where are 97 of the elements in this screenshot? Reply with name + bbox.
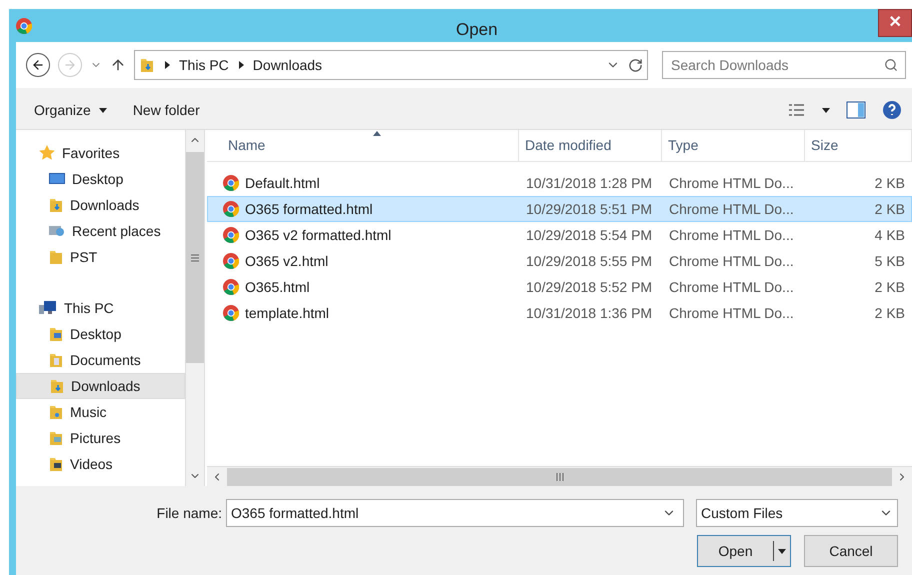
type-cell-text: Chrome HTML Do... xyxy=(668,278,795,296)
open-button[interactable]: Open xyxy=(697,535,791,567)
nav-item[interactable]: Pictures xyxy=(16,425,185,451)
desktop-folder-icon xyxy=(48,326,64,342)
size-cell-text: 2 KB xyxy=(874,304,906,322)
recent-places-icon xyxy=(48,223,66,239)
breadcrumb-arrow-icon xyxy=(236,61,245,69)
size-cell-text: 4 KB xyxy=(874,226,906,244)
chrome-icon xyxy=(223,227,239,243)
chrome-icon xyxy=(223,305,239,321)
star-icon xyxy=(38,144,56,162)
file-name-field[interactable]: O365 formatted.html xyxy=(226,499,684,527)
up-icon xyxy=(110,57,126,73)
type-cell-text: Chrome HTML Do... xyxy=(668,252,795,270)
grip-icon xyxy=(556,472,564,480)
nav-item[interactable]: Documents xyxy=(16,347,185,373)
column-header[interactable]: Date modified xyxy=(519,130,662,161)
file-row[interactable]: O365.html 10/29/2018 5:52 PM Chrome HTML Do... 2 KB xyxy=(207,274,912,300)
file-name: template.html xyxy=(245,304,330,323)
file-name: Default.html xyxy=(245,174,320,192)
file-row[interactable]: template.html 10/31/2018 1:36 PM Chrome HTML Do... 2 KB xyxy=(207,300,912,326)
nav-item[interactable]: Downloads xyxy=(16,192,185,218)
forward-button[interactable] xyxy=(58,53,82,77)
file-row[interactable]: O365 v2 formatted.html 10/29/2018 5:54 PM Chrome HTML Do... 4 KB xyxy=(207,222,912,248)
sort-arrow-icon xyxy=(373,131,381,136)
column-header[interactable]: Type xyxy=(662,130,805,161)
size-cell-text: 2 KB xyxy=(874,278,906,296)
size-cell-text: 2 KB xyxy=(874,200,906,218)
search-icon xyxy=(884,58,898,72)
monitor-icon xyxy=(48,171,66,187)
type-cell-text: Chrome HTML Do... xyxy=(668,304,795,322)
documents-folder-icon xyxy=(48,352,64,368)
file-row[interactable]: O365 formatted.html 10/29/2018 5:51 PM Chrome HTML Do... 2 KB xyxy=(207,196,912,222)
file-name: O365 v2 formatted.html xyxy=(245,226,392,244)
column-header[interactable]: Size xyxy=(805,130,912,161)
organize-button[interactable]: Organize xyxy=(34,100,107,120)
nav-item[interactable]: Desktop xyxy=(16,166,185,192)
file-name: O365.html xyxy=(245,278,310,296)
nav-item[interactable]: Desktop xyxy=(16,321,185,347)
chrome-icon xyxy=(223,175,239,191)
grip-icon xyxy=(191,254,199,262)
nav-item[interactable]: PST xyxy=(16,244,185,270)
caret-icon xyxy=(822,106,830,114)
nav-item[interactable]: Recent places xyxy=(16,218,185,244)
size-cell-text: 2 KB xyxy=(874,174,906,192)
download-folder-icon xyxy=(139,57,155,73)
nav-item[interactable]: Music xyxy=(16,399,185,425)
file-type-dropdown[interactable]: Custom Files xyxy=(696,499,898,527)
file-row[interactable]: Default.html 10/31/2018 1:28 PM Chrome HTML Do... 2 KB xyxy=(207,170,912,196)
breadcrumb-arrow-icon xyxy=(163,61,171,69)
file-name: O365 formatted.html xyxy=(245,200,373,218)
download-folder-icon xyxy=(49,378,65,394)
music-folder-icon xyxy=(48,404,64,420)
chrome-icon xyxy=(223,253,239,269)
view-list-icon xyxy=(788,103,806,117)
window-title: Open xyxy=(456,19,498,41)
scroll-thumb[interactable] xyxy=(186,152,204,363)
help-icon xyxy=(882,100,902,120)
videos-folder-icon xyxy=(48,456,64,472)
preview-pane-icon xyxy=(846,101,866,119)
download-folder-icon xyxy=(48,197,64,213)
chrome-icon xyxy=(16,18,32,34)
file-name-label: File name: xyxy=(156,504,222,522)
date-cell-text: 10/31/2018 1:28 PM xyxy=(525,174,654,192)
caret-icon xyxy=(98,106,107,114)
back-button[interactable] xyxy=(26,53,50,77)
type-cell-text: Chrome HTML Do... xyxy=(668,174,795,192)
date-cell-text: 10/31/2018 1:36 PM xyxy=(525,304,654,322)
refresh-icon xyxy=(628,58,643,72)
file-row[interactable]: O365 v2.html 10/29/2018 5:55 PM Chrome HTML Do... 5 KB xyxy=(207,248,912,274)
computer-icon xyxy=(38,300,58,316)
date-cell-text: 10/29/2018 5:55 PM xyxy=(525,252,654,270)
date-cell-text: 10/29/2018 5:54 PM xyxy=(525,226,654,244)
pictures-folder-icon xyxy=(48,430,64,446)
size-cell-text: 5 KB xyxy=(874,252,906,270)
nav-group[interactable]: Favorites xyxy=(16,140,185,166)
search-field[interactable]: Search Downloads xyxy=(662,51,906,79)
new-folder-button[interactable]: New folder xyxy=(132,100,200,120)
cancel-button[interactable]: Cancel xyxy=(804,535,898,567)
close-button[interactable]: ✕ xyxy=(878,9,912,37)
breadcrumb[interactable]: This PC xyxy=(179,54,229,76)
nav-item[interactable]: Videos xyxy=(16,451,185,477)
caret-icon xyxy=(778,547,786,555)
file-name: O365 v2.html xyxy=(245,252,328,270)
address-bar[interactable]: This PC Downloads xyxy=(134,50,648,80)
left-arrow-icon xyxy=(31,58,45,72)
date-cell-text: 10/29/2018 5:52 PM xyxy=(525,278,654,296)
nav-item[interactable]: Downloads xyxy=(16,373,185,399)
chrome-icon xyxy=(223,279,239,295)
folder-icon xyxy=(48,249,64,265)
chrome-icon xyxy=(223,201,239,217)
breadcrumb[interactable]: Downloads xyxy=(252,54,322,76)
type-cell-text: Chrome HTML Do... xyxy=(668,226,795,244)
type-cell-text: Chrome HTML Do... xyxy=(668,200,795,218)
nav-group[interactable]: This PC xyxy=(16,295,185,321)
date-cell-text: 10/29/2018 5:51 PM xyxy=(525,200,654,218)
scroll-thumb[interactable] xyxy=(227,468,892,486)
